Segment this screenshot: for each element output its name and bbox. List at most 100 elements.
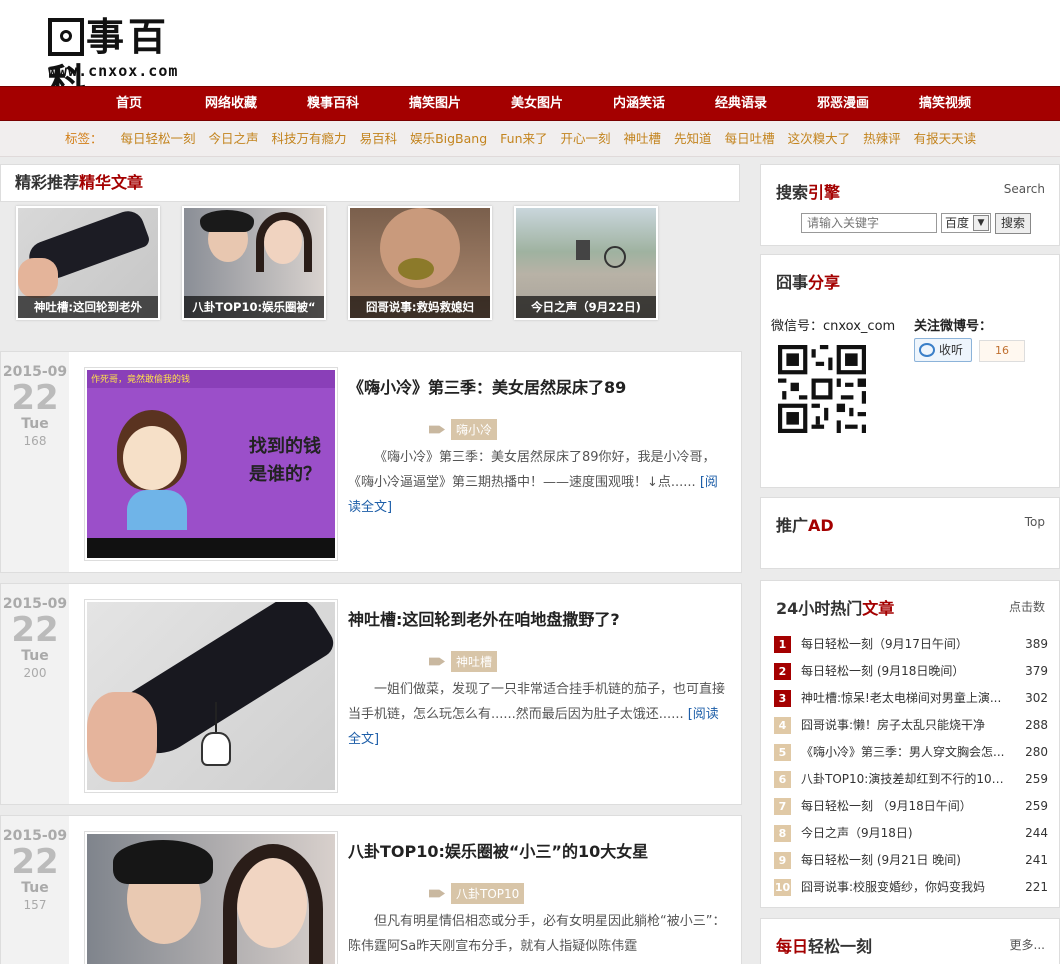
hot-articles-clicks-label: 点击数 [1008, 600, 1045, 614]
tag-link[interactable]: 热辣评 [863, 121, 901, 157]
nav-item-comics[interactable]: 邪恶漫画 [792, 87, 894, 120]
article-image-text: 找到的钱 [249, 436, 321, 457]
search-box-title: 搜索引擎 [776, 183, 841, 202]
article-image[interactable] [84, 831, 338, 964]
hot-article-item[interactable]: 9 每日轻松一刻 (9月21日 晚间) 241 [774, 847, 1048, 874]
article-card: 2015-09 22 Tue 200 神吐槽:这回轮到老外在咱地盘撒野了? 神吐… [0, 583, 742, 805]
article-card: 2015-09 22 Tue 157 八卦TOP10:娱乐圈被“小三”的10大女… [0, 815, 742, 964]
article-date: 2015-09 22 Tue 168 [1, 352, 69, 572]
article-date: 2015-09 22 Tue 200 [1, 584, 69, 804]
hot-articles-title: 24小时热门文章 [776, 599, 895, 618]
hot-articles-box: 24小时热门文章 点击数 1 每日轻松一刻（9月17日午间） 389 2 每日轻松一刻… [760, 580, 1060, 908]
featured-caption: 囧哥说事:救妈救媳妇 [350, 296, 490, 318]
nav-item-videos[interactable]: 搞笑视频 [894, 87, 996, 120]
weibo-icon [919, 343, 935, 357]
featured-caption: 神吐槽:这回轮到老外 [18, 296, 158, 318]
share-box-title: 囧事分享 [776, 273, 841, 292]
site-header: 事百科 www.cnxox.com [0, 0, 1060, 105]
article-tag[interactable]: 嗨小冷 [451, 419, 498, 440]
ad-top-link[interactable]: Top [1025, 515, 1045, 529]
search-box: 搜索引擎 Search 百度 ▼ 搜索 [760, 164, 1060, 246]
nav-item-beauty-pics[interactable]: 美女图片 [486, 87, 588, 120]
nav-item-home[interactable]: 首页 [78, 87, 180, 120]
tag-link[interactable]: 开心一刻 [561, 121, 611, 157]
article-excerpt: 《嗨小冷》第三季：美女居然尿床了89你好，我是小冷哥，《嗨小冷逼逼堂》第三期热播… [348, 450, 718, 515]
follower-count: 16 [979, 340, 1025, 362]
nav-item-jokes[interactable]: 内涵笑话 [588, 87, 690, 120]
featured-title: 精彩推荐精华文章 [0, 164, 740, 202]
search-button[interactable]: 搜索 [995, 213, 1031, 234]
tag-link[interactable]: 先知道 [674, 121, 712, 157]
search-box-subtitle: Search [1003, 182, 1045, 196]
article-card: 2015-09 22 Tue 168 作死哥，竟然敢偷我的钱 找到的钱 是谁的？… [0, 351, 742, 573]
hot-article-item[interactable]: 3 神吐槽:惊呆!老太电梯间对男童上演... 302 [774, 685, 1048, 712]
share-box: 囧事分享 微信号：cnxox_com 关注微博号： 收听 16 [760, 254, 1060, 488]
tag-link[interactable]: 科技万有瘾力 [272, 121, 347, 157]
weibo-label: 关注微博号： [914, 319, 993, 334]
article-tag[interactable]: 神吐槽 [451, 651, 498, 672]
tag-link[interactable]: 娱乐BigBang [410, 121, 487, 157]
nav-item-collection[interactable]: 网络收藏 [180, 87, 282, 120]
tag-link[interactable]: 这次糗大了 [788, 121, 851, 157]
hot-article-item[interactable]: 5 《嗨小冷》第三季：男人穿文胸会怎... 280 [774, 739, 1048, 766]
article-title[interactable]: 神吐槽:这回轮到老外在咱地盘撒野了? [348, 606, 620, 630]
hot-article-item[interactable]: 7 每日轻松一刻 （9月18日午间） 259 [774, 793, 1048, 820]
tag-bar: 标签： 每日轻松一刻 今日之声 科技万有瘾力 易百科 娱乐BigBang Fun… [0, 121, 1060, 157]
tag-link[interactable]: 每日吐槽 [725, 121, 775, 157]
logo-mark-icon [48, 18, 84, 56]
featured-section: 精彩推荐精华文章 神吐槽:这回轮到老外 八卦TOP10:娱乐圈被“ 囧哥说事:救… [0, 164, 740, 330]
featured-caption: 八卦TOP10:娱乐圈被“ [184, 296, 324, 318]
article-date: 2015-09 22 Tue 157 [1, 816, 69, 964]
tag-link[interactable]: 神吐槽 [624, 121, 662, 157]
search-engine-select[interactable]: 百度 ▼ [941, 213, 991, 233]
article-image-text: 是谁的？ [249, 464, 321, 485]
featured-thumb[interactable]: 神吐槽:这回轮到老外 [16, 206, 160, 320]
tag-link[interactable]: 有报天天读 [914, 121, 977, 157]
ad-box: 推广AD Top [760, 497, 1060, 569]
article-title[interactable]: 《嗨小冷》第三季：美女居然尿床了89 [348, 374, 626, 398]
article-views: 157 [23, 898, 47, 912]
site-logo[interactable]: 事百科 www.cnxox.com [48, 14, 208, 105]
tag-link[interactable]: Fun来了 [500, 121, 547, 157]
tag-icon [429, 889, 445, 898]
nav-item-quotes[interactable]: 经典语录 [690, 87, 792, 120]
featured-thumb[interactable]: 今日之声（9月22日) [514, 206, 658, 320]
qr-code-icon [778, 345, 866, 433]
nav-item-qiushi[interactable]: 糗事百科 [282, 87, 384, 120]
ad-box-title: 推广AD [776, 516, 834, 535]
featured-image: 八卦TOP10:娱乐圈被“ [184, 208, 324, 318]
chevron-down-icon: ▼ [973, 215, 989, 231]
more-link[interactable]: 更多... [1010, 936, 1045, 953]
tag-link[interactable]: 今日之声 [209, 121, 259, 157]
article-excerpt: 一姐们做菜，发现了一只非常适合挂手机链的茄子，也可直接当手机链，怎么玩怎么有..… [348, 682, 726, 747]
featured-thumb[interactable]: 八卦TOP10:娱乐圈被“ [182, 206, 326, 320]
article-image-banner: 作死哥，竟然敢偷我的钱 [91, 375, 191, 385]
article-image[interactable] [84, 599, 338, 793]
hot-article-item[interactable]: 1 每日轻松一刻（9月17日午间） 389 [774, 631, 1048, 658]
daily-relax-title: 每日轻松一刻 [776, 937, 873, 956]
article-excerpt: 但凡有明星情侣相恋或分手，必有女明星因此躺枪“被小三”：陈伟霆阿Sa昨天刚宣布分… [348, 914, 726, 954]
article-title[interactable]: 八卦TOP10:娱乐圈被“小三”的10大女星 [348, 838, 648, 862]
article-image[interactable]: 作死哥，竟然敢偷我的钱 找到的钱 是谁的？ [84, 367, 338, 561]
article-tag[interactable]: 八卦TOP10 [451, 883, 525, 904]
tag-link[interactable]: 每日轻松一刻 [121, 121, 196, 157]
tag-link[interactable]: 易百科 [360, 121, 398, 157]
hot-article-item[interactable]: 4 囧哥说事:懒！房子太乱只能烧干净 288 [774, 712, 1048, 739]
search-input[interactable] [801, 213, 937, 233]
tag-bar-label: 标签： [65, 131, 103, 146]
tag-icon [429, 657, 445, 666]
daily-relax-box: 每日轻松一刻 更多... [760, 918, 1060, 964]
hot-article-item[interactable]: 8 今日之声（9月18日) 244 [774, 820, 1048, 847]
hot-article-item[interactable]: 6 八卦TOP10:演技差却红到不行的10大... 259 [774, 766, 1048, 793]
featured-caption: 今日之声（9月22日) [516, 296, 656, 318]
hot-article-item[interactable]: 10 囧哥说事:校服变婚纱，你妈变我妈 221 [774, 874, 1048, 901]
featured-image: 神吐槽:这回轮到老外 [18, 208, 158, 318]
featured-thumb[interactable]: 囧哥说事:救妈救媳妇 [348, 206, 492, 320]
hot-article-item[interactable]: 2 每日轻松一刻 (9月18日晚间） 379 [774, 658, 1048, 685]
article-views: 168 [23, 434, 47, 448]
featured-image: 囧哥说事:救妈救媳妇 [350, 208, 490, 318]
logo-url: www.cnxox.com [48, 62, 179, 80]
tag-icon [429, 425, 445, 434]
nav-item-funny-pics[interactable]: 搞笑图片 [384, 87, 486, 120]
weibo-follow-button[interactable]: 收听 [914, 338, 972, 362]
